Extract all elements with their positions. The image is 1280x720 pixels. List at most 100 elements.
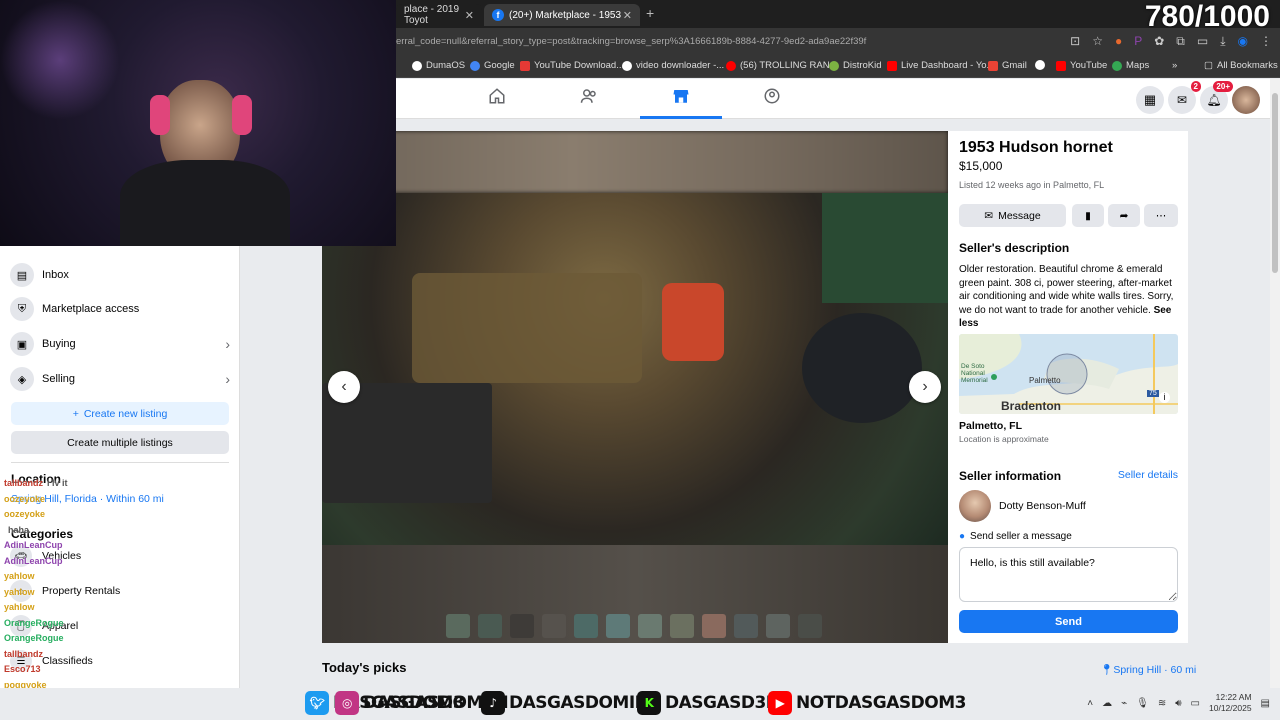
cloud-icon[interactable]: ☁ <box>1102 698 1112 709</box>
sidebar-item-selling[interactable]: ◈ Selling › <box>10 363 230 395</box>
bookmark-item[interactable]: (56) TROLLING RAN... <box>726 60 838 71</box>
seller-name[interactable]: Dotty Benson-Muff <box>999 500 1086 512</box>
listing-price: $15,000 <box>959 159 1003 173</box>
install-icon[interactable]: ⊡ <box>1070 34 1080 49</box>
wifi-icon[interactable]: ≋ <box>1158 698 1166 709</box>
star-icon[interactable]: ☆ <box>1092 34 1103 49</box>
chat-username: OrangeRogue <box>4 633 64 643</box>
chat-message: Esco713 <box>4 664 45 674</box>
extension-icon[interactable]: ● <box>1115 34 1122 49</box>
engine-block <box>412 273 642 383</box>
photo-thumbnail[interactable] <box>670 614 694 638</box>
photo-thumbnail[interactable] <box>606 614 630 638</box>
profile-icon[interactable]: ◉ <box>1238 34 1248 49</box>
browser-tab[interactable]: place - 2019 Toyot ✕ <box>396 4 482 26</box>
url-text[interactable]: erral_code=null&referral_story_type=post… <box>396 36 866 47</box>
scrollbar-thumb[interactable] <box>1272 93 1278 273</box>
bookmark-item[interactable] <box>1035 60 1045 70</box>
info-icon[interactable]: i <box>1159 392 1170 403</box>
seller-details-link[interactable]: Seller details <box>1118 469 1178 481</box>
photo-thumbnail[interactable] <box>766 614 790 638</box>
bookmark-item[interactable]: DumaOS <box>412 60 465 71</box>
photo-thumbnail[interactable] <box>798 614 822 638</box>
save-button[interactable]: ▮ <box>1072 204 1104 227</box>
distrokid-icon <box>829 60 839 71</box>
download-icon[interactable]: ⤓ <box>1220 34 1225 49</box>
browser-tab-active[interactable]: f (20+) Marketplace - 1953 Huds ✕ <box>484 4 640 26</box>
tab-title: (20+) Marketplace - 1953 Huds <box>509 9 623 21</box>
photo-thumbnail[interactable] <box>638 614 662 638</box>
network-icon[interactable]: ⌁ <box>1121 698 1127 709</box>
photo-thumbnail[interactable] <box>574 614 598 638</box>
create-listing-button[interactable]: + Create new listing <box>11 402 229 425</box>
messenger-button[interactable]: ✉ 2 <box>1168 81 1201 114</box>
extension-icon[interactable]: ✿ <box>1154 34 1164 49</box>
menu-icon[interactable]: ⋮ <box>1260 34 1272 49</box>
bookmark-item[interactable]: DistroKid <box>829 60 882 71</box>
extension-icon[interactable]: P <box>1134 34 1142 49</box>
seller-avatar[interactable] <box>959 490 991 522</box>
bookmark-item[interactable]: YouTube Download... <box>520 60 624 71</box>
create-multiple-listings-button[interactable]: Create multiple listings <box>11 431 229 454</box>
photo-thumbnail[interactable] <box>734 614 758 638</box>
listing-details-panel: 1953 Hudson hornet $15,000 Listed 12 wee… <box>948 131 1188 643</box>
message-input[interactable]: Hello, is this still available? <box>959 547 1178 602</box>
nav-marketplace[interactable] <box>640 87 722 119</box>
todays-picks-heading: Today's picks <box>322 660 407 675</box>
send-button[interactable]: Send <box>959 610 1178 633</box>
bookmark-item[interactable]: YouTube <box>1056 60 1107 71</box>
more-options-button[interactable]: ⋯ <box>1144 204 1178 227</box>
sidebar-item-buying[interactable]: ▣ Buying › <box>10 328 230 360</box>
battery-icon[interactable]: ▭ <box>1191 698 1200 709</box>
chevron-up-icon[interactable]: ˄ <box>1087 698 1093 709</box>
share-icon: ➦ <box>1119 209 1129 222</box>
bookmark-item[interactable]: Maps <box>1112 60 1149 71</box>
picks-location-link[interactable]: 📍︎Spring Hill · 60 mi <box>1100 663 1196 676</box>
previous-photo-button[interactable]: ‹ <box>328 371 360 403</box>
page-scrollbar[interactable] <box>1270 79 1280 688</box>
location-map[interactable]: De Soto National Memorial Palmetto Brade… <box>959 334 1178 414</box>
profile-avatar[interactable] <box>1232 86 1260 114</box>
photo-thumbnail[interactable] <box>510 614 534 638</box>
close-icon[interactable]: ✕ <box>465 9 474 22</box>
youtube-studio-icon <box>887 60 897 71</box>
more-bookmarks-icon[interactable]: » <box>1172 60 1177 71</box>
photo-thumbnail[interactable] <box>542 614 566 638</box>
engine-part-red <box>662 283 724 361</box>
taskbar-clock[interactable]: 12:22 AM 10/12/2025 <box>1209 692 1252 714</box>
divider <box>11 462 229 463</box>
sidebar-item-inbox[interactable]: ▤ Inbox <box>10 259 230 291</box>
menu-button[interactable]: ▦ <box>1136 86 1164 114</box>
volume-icon[interactable]: 🔊︎ <box>1175 698 1181 709</box>
notifications-button[interactable]: 🔔︎ 20+ <box>1200 81 1233 114</box>
puzzle-icon[interactable]: ⧉ <box>1176 34 1185 49</box>
nav-groups[interactable] <box>731 87 813 119</box>
map-poi-label: De Soto National Memorial <box>961 363 988 384</box>
chat-message: OrangeRogue <box>4 618 68 628</box>
bookmark-item[interactable]: Google <box>470 60 515 71</box>
streamer-webcam <box>0 0 396 246</box>
nav-friends[interactable] <box>548 87 630 119</box>
photo-thumbnail[interactable] <box>446 614 470 638</box>
next-photo-button[interactable]: › <box>909 371 941 403</box>
photo-thumbnail[interactable] <box>478 614 502 638</box>
share-button[interactable]: ➦ <box>1108 204 1140 227</box>
bookmark-item[interactable]: Live Dashboard - Yo... <box>887 60 994 71</box>
nav-home[interactable] <box>456 87 538 119</box>
notification-icon[interactable]: ▤ <box>1261 698 1270 709</box>
message-button[interactable]: ✉ Message <box>959 204 1066 227</box>
instagram-icon: ◎ <box>335 691 359 715</box>
close-icon[interactable]: ✕ <box>623 9 632 22</box>
shield-icon: ⛨ <box>10 297 34 321</box>
chat-message: yahlow <box>4 587 39 597</box>
bookmark-item[interactable]: Gmail <box>988 60 1027 71</box>
bookmark-item[interactable]: video downloader -... <box>622 60 724 71</box>
sidebar-item-marketplace-access[interactable]: ⛨ Marketplace access <box>10 293 230 325</box>
sidepanel-icon[interactable]: ▭ <box>1197 34 1208 49</box>
photo-thumbnail[interactable] <box>702 614 726 638</box>
folder-icon: ▢ <box>1204 60 1213 71</box>
new-tab-icon[interactable]: + <box>646 5 654 21</box>
photo-blur-top <box>322 131 948 193</box>
all-bookmarks[interactable]: ▢ All Bookmarks <box>1204 60 1278 71</box>
microphone-icon[interactable]: 🎙︎ <box>1136 698 1149 709</box>
